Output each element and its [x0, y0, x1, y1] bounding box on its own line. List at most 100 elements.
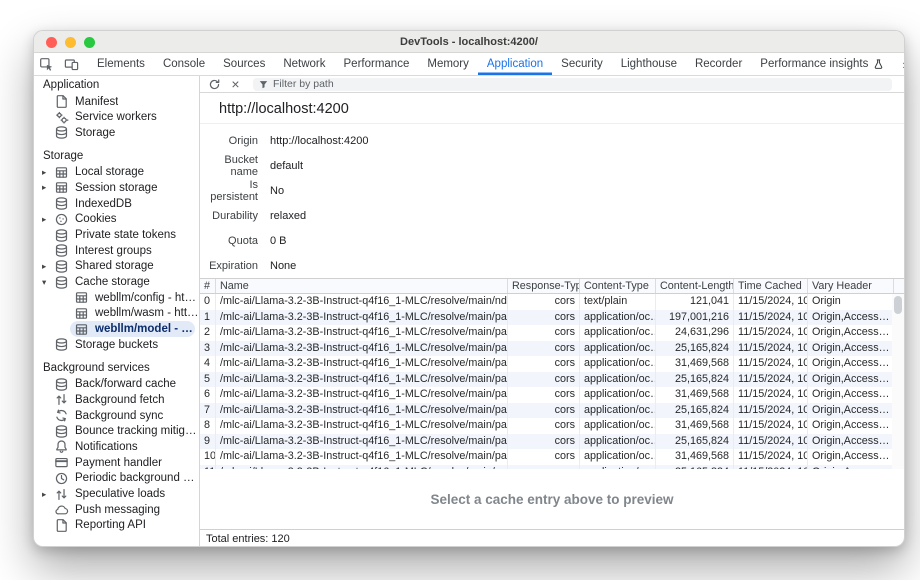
- sidebar-item-local-storage[interactable]: ▸Local storage: [34, 164, 199, 180]
- detail-label: Durability: [200, 210, 258, 222]
- column-header-time-cached[interactable]: Time Cached: [734, 279, 808, 293]
- sidebar-item-service-workers[interactable]: Service workers: [34, 109, 199, 125]
- cell-name: /mlc-ai/Llama-3.2-3B-Instruct-q4f16_1-ML…: [216, 294, 508, 310]
- cell-name: /mlc-ai/Llama-3.2-3B-Instruct-q4f16_1-ML…: [216, 372, 508, 388]
- devtools-content: ApplicationManifestService workersStorag…: [34, 76, 904, 547]
- column-header-name[interactable]: Name: [216, 279, 508, 293]
- sidebar-item-speculative-loads[interactable]: ▸Speculative loads: [34, 486, 199, 502]
- table-row[interactable]: 3/mlc-ai/Llama-3.2-3B-Instruct-q4f16_1-M…: [200, 341, 904, 357]
- more-tabs-button[interactable]: »: [894, 57, 905, 72]
- tab-recorder[interactable]: Recorder: [686, 53, 751, 75]
- sidebar-item-private-state-tokens[interactable]: Private state tokens: [34, 227, 199, 243]
- sidebar-item-background-fetch[interactable]: Background fetch: [34, 392, 199, 408]
- chevron-right-icon[interactable]: ▸: [42, 261, 54, 272]
- table-row[interactable]: 8/mlc-ai/Llama-3.2-3B-Instruct-q4f16_1-M…: [200, 418, 904, 434]
- cell-content-type: application/oc…: [580, 310, 656, 326]
- tab-performance-insights[interactable]: Performance insights: [751, 53, 894, 75]
- cookie-icon: [54, 212, 69, 227]
- minimize-button[interactable]: [65, 37, 76, 48]
- database-icon: [54, 125, 69, 140]
- chevron-right-icon[interactable]: ▸: [42, 489, 54, 500]
- sidebar-item-cache-storage[interactable]: ▾Cache storage: [34, 274, 199, 290]
- refresh-button[interactable]: [205, 77, 224, 92]
- table-row[interactable]: 4/mlc-ai/Llama-3.2-3B-Instruct-q4f16_1-M…: [200, 356, 904, 372]
- grid-icon: [54, 180, 69, 195]
- title-bar: DevTools - localhost:4200/: [34, 31, 904, 53]
- table-row[interactable]: 5/mlc-ai/Llama-3.2-3B-Instruct-q4f16_1-M…: [200, 372, 904, 388]
- sidebar-item-bounce-tracking-mitigations[interactable]: Bounce tracking mitigations: [34, 423, 199, 439]
- cell-response-type: cors: [508, 387, 580, 403]
- sidebar-item-periodic-background-sync[interactable]: Periodic background sync: [34, 471, 199, 487]
- table-row[interactable]: 6/mlc-ai/Llama-3.2-3B-Instruct-q4f16_1-M…: [200, 387, 904, 403]
- sidebar-item-manifest[interactable]: Manifest: [34, 94, 199, 110]
- tab-network[interactable]: Network: [274, 53, 334, 75]
- cell-content-length: 24,631,296: [656, 325, 734, 341]
- sidebar-item-shared-storage[interactable]: ▸Shared storage: [34, 259, 199, 275]
- cell-content-type: application/oc…: [580, 372, 656, 388]
- column-header-content-length[interactable]: Content-Length: [656, 279, 734, 293]
- tab-lighthouse[interactable]: Lighthouse: [612, 53, 686, 75]
- cache-table-header[interactable]: #NameResponse-TypeContent-TypeContent-Le…: [200, 279, 904, 294]
- sidebar-item-label: Back/forward cache: [75, 378, 176, 390]
- sidebar-item-webllm-wasm-http-loca[interactable]: webllm/wasm - http://loca…: [34, 306, 199, 322]
- sidebar-item-interest-groups[interactable]: Interest groups: [34, 243, 199, 259]
- delete-selected-button[interactable]: ×: [226, 77, 245, 92]
- table-row[interactable]: 9/mlc-ai/Llama-3.2-3B-Instruct-q4f16_1-M…: [200, 434, 904, 450]
- workers-icon: [54, 110, 69, 125]
- database-icon: [54, 377, 69, 392]
- column-header-response-type[interactable]: Response-Type: [508, 279, 580, 293]
- tab-label: Sources: [223, 58, 265, 70]
- scrollbar-thumb[interactable]: [894, 296, 902, 314]
- sidebar-item-background-sync[interactable]: Background sync: [34, 408, 199, 424]
- column-header-content-type[interactable]: Content-Type: [580, 279, 656, 293]
- tab-strip: ElementsConsoleSourcesNetworkPerformance…: [88, 53, 894, 75]
- tab-memory[interactable]: Memory: [418, 53, 478, 75]
- tab-application[interactable]: Application: [478, 53, 552, 75]
- devices-button[interactable]: [59, 53, 84, 75]
- sidebar-item-storage-buckets[interactable]: Storage buckets: [34, 337, 199, 353]
- database-icon: [54, 228, 69, 243]
- tab-elements[interactable]: Elements: [88, 53, 154, 75]
- sidebar-item-label: webllm/config - http://loc…: [95, 292, 199, 304]
- sidebar-item-storage[interactable]: Storage: [34, 125, 199, 141]
- total-entries-label: Total entries: 120: [206, 533, 290, 545]
- sidebar-item-back-forward-cache[interactable]: Back/forward cache: [34, 376, 199, 392]
- sidebar-item-session-storage[interactable]: ▸Session storage: [34, 180, 199, 196]
- chevron-right-icon[interactable]: ▸: [42, 214, 54, 225]
- table-row[interactable]: 2/mlc-ai/Llama-3.2-3B-Instruct-q4f16_1-M…: [200, 325, 904, 341]
- cell-content-type: application/oc…: [580, 341, 656, 357]
- tab-security[interactable]: Security: [552, 53, 612, 75]
- sidebar-item-indexeddb[interactable]: IndexedDB: [34, 196, 199, 212]
- close-button[interactable]: [46, 37, 57, 48]
- cell-time-cached: 11/15/2024, 10…: [734, 372, 808, 388]
- zoom-button[interactable]: [84, 37, 95, 48]
- inspect-button[interactable]: [34, 53, 59, 75]
- chevron-down-icon[interactable]: ▾: [42, 277, 54, 288]
- detail-value: 0 B: [270, 235, 287, 247]
- tab-console[interactable]: Console: [154, 53, 214, 75]
- sidebar-section-application: ApplicationManifestService workersStorag…: [34, 78, 199, 141]
- table-row[interactable]: 0/mlc-ai/Llama-3.2-3B-Instruct-q4f16_1-M…: [200, 294, 904, 310]
- sidebar-item-push-messaging[interactable]: Push messaging: [34, 502, 199, 518]
- sidebar-item-reporting-api[interactable]: Reporting API: [34, 518, 199, 534]
- sidebar-item-cookies[interactable]: ▸Cookies: [34, 212, 199, 228]
- sidebar-item-payment-handler[interactable]: Payment handler: [34, 455, 199, 471]
- detail-value: relaxed: [270, 210, 306, 222]
- sidebar-item-notifications[interactable]: Notifications: [34, 439, 199, 455]
- chevron-right-icon[interactable]: ▸: [42, 182, 54, 193]
- tab-sources[interactable]: Sources: [214, 53, 274, 75]
- sidebar-item-webllm-model-http-loc[interactable]: webllm/model - http://loc…: [70, 321, 195, 337]
- column-header-vary-header[interactable]: Vary Header: [808, 279, 894, 293]
- sidebar-item-webllm-config-http-loc[interactable]: webllm/config - http://loc…: [34, 290, 199, 306]
- table-row[interactable]: 11/mlc-ai/Llama-3.2-3B-Instruct-q4f16_1-…: [200, 465, 904, 470]
- table-row[interactable]: 1/mlc-ai/Llama-3.2-3B-Instruct-q4f16_1-M…: [200, 310, 904, 326]
- filter-input[interactable]: [273, 78, 887, 90]
- tab-performance[interactable]: Performance: [335, 53, 419, 75]
- table-row[interactable]: 10/mlc-ai/Llama-3.2-3B-Instruct-q4f16_1-…: [200, 449, 904, 465]
- cell-response-type: cors: [508, 294, 580, 310]
- cell-response-type: cors: [508, 325, 580, 341]
- chevron-right-icon[interactable]: ▸: [42, 167, 54, 178]
- table-scrollbar[interactable]: [892, 294, 904, 469]
- table-row[interactable]: 7/mlc-ai/Llama-3.2-3B-Instruct-q4f16_1-M…: [200, 403, 904, 419]
- column-header-[interactable]: #: [200, 279, 216, 293]
